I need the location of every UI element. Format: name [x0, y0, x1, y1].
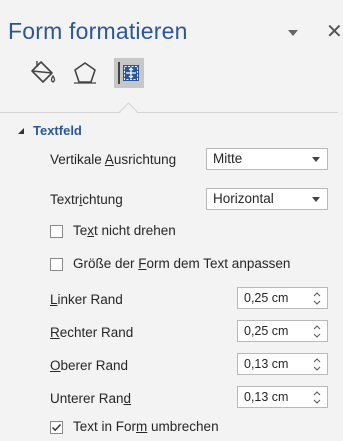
- right-margin-label: Rechter Rand: [50, 325, 133, 340]
- no-rotate-label[interactable]: Text nicht drehen: [73, 223, 176, 238]
- wrap-text-checkbox[interactable]: [50, 421, 63, 434]
- autofit-label[interactable]: Größe der Form dem Text anpassen: [73, 256, 290, 271]
- spinner-value: 0,25 cm: [244, 324, 289, 338]
- select-value: Mitte: [213, 151, 243, 166]
- label-part: umbrechen: [147, 419, 219, 434]
- chevron-down-icon[interactable]: [312, 365, 322, 373]
- spinner-value: 0,13 cm: [244, 390, 289, 404]
- pane-options-dropdown[interactable]: [286, 26, 300, 40]
- tab-separator: [0, 112, 343, 113]
- pentagon-icon: [74, 62, 96, 84]
- label-part: Te: [73, 223, 88, 238]
- chevron-down-icon: [312, 157, 320, 162]
- tab-effects[interactable]: [69, 57, 101, 89]
- label-part: orm dem Text anpassen: [146, 256, 291, 271]
- label-part: Größe der: [73, 256, 139, 271]
- accesskey-letter: F: [138, 256, 147, 271]
- paint-bucket-icon: [31, 61, 56, 83]
- chevron-up-icon[interactable]: [312, 290, 322, 298]
- wrap-text-label[interactable]: Text in Form umbrechen: [73, 419, 219, 434]
- tab-fill-and-line[interactable]: [27, 57, 59, 89]
- label-part: Text in For: [73, 419, 137, 434]
- chevron-down-icon[interactable]: [312, 332, 322, 340]
- chevron-up-icon[interactable]: [312, 356, 322, 364]
- right-margin-spinner[interactable]: 0,25 cm: [237, 320, 328, 342]
- accesskey-letter: O: [50, 358, 61, 373]
- triangle-down-icon: [288, 30, 298, 36]
- collapse-triangle-icon: [18, 128, 24, 134]
- label-part: berer Rand: [60, 358, 129, 373]
- accesskey-letter: x: [87, 223, 95, 238]
- accesskey-letter: d: [123, 391, 132, 406]
- chevron-up-icon[interactable]: [312, 323, 322, 331]
- spinner-value: 0,13 cm: [244, 357, 289, 371]
- bottom-margin-label: Unterer Rand: [50, 391, 131, 406]
- left-margin-spinner[interactable]: 0,25 cm: [237, 287, 328, 309]
- label-part: Textr: [50, 192, 80, 207]
- label-part: Vertikale: [50, 152, 105, 167]
- spinner-value: 0,25 cm: [244, 291, 289, 305]
- chevron-down-icon[interactable]: [312, 299, 322, 307]
- top-margin-label: Oberer Rand: [50, 358, 128, 373]
- chevron-up-icon[interactable]: [312, 389, 322, 397]
- section-title: Textfeld: [33, 123, 82, 138]
- close-icon[interactable]: ✕: [326, 22, 343, 42]
- top-margin-spinner[interactable]: 0,13 cm: [237, 353, 328, 375]
- scrollbar[interactable]: [338, 108, 343, 441]
- label-part: usrichtung: [113, 152, 177, 167]
- select-value: Horizontal: [213, 191, 274, 206]
- chevron-down-icon[interactable]: [312, 398, 322, 406]
- checkmark-icon: [51, 423, 62, 432]
- tab-size-and-properties[interactable]: [114, 58, 144, 88]
- label-part: chtung: [82, 192, 123, 207]
- label-part: inker Rand: [57, 292, 123, 307]
- section-textbox-header[interactable]: Textfeld: [18, 123, 82, 138]
- left-margin-label: Linker Rand: [50, 292, 123, 307]
- accesskey-letter: L: [50, 292, 58, 307]
- vertical-alignment-label: Vertikale Ausrichtung: [50, 152, 176, 167]
- accesskey-letter: R: [50, 325, 60, 340]
- autofit-checkbox[interactable]: [50, 258, 63, 271]
- chevron-down-icon: [312, 197, 320, 202]
- pane-title: Form formatieren: [8, 18, 188, 44]
- selected-tab-pointer: [119, 102, 138, 121]
- bottom-margin-spinner[interactable]: 0,13 cm: [237, 386, 328, 408]
- no-rotate-checkbox[interactable]: [50, 225, 63, 238]
- layout-properties-icon: [118, 62, 139, 84]
- label-part: echter Rand: [59, 325, 134, 340]
- label-part: t nicht drehen: [94, 223, 176, 238]
- accesskey-letter: m: [136, 419, 148, 434]
- label-part: Unterer Ran: [50, 391, 124, 406]
- vertical-alignment-select[interactable]: Mitte: [206, 148, 328, 170]
- text-direction-label: Textrichtung: [50, 192, 123, 207]
- accesskey-letter: A: [104, 152, 114, 167]
- text-direction-select[interactable]: Horizontal: [206, 188, 328, 210]
